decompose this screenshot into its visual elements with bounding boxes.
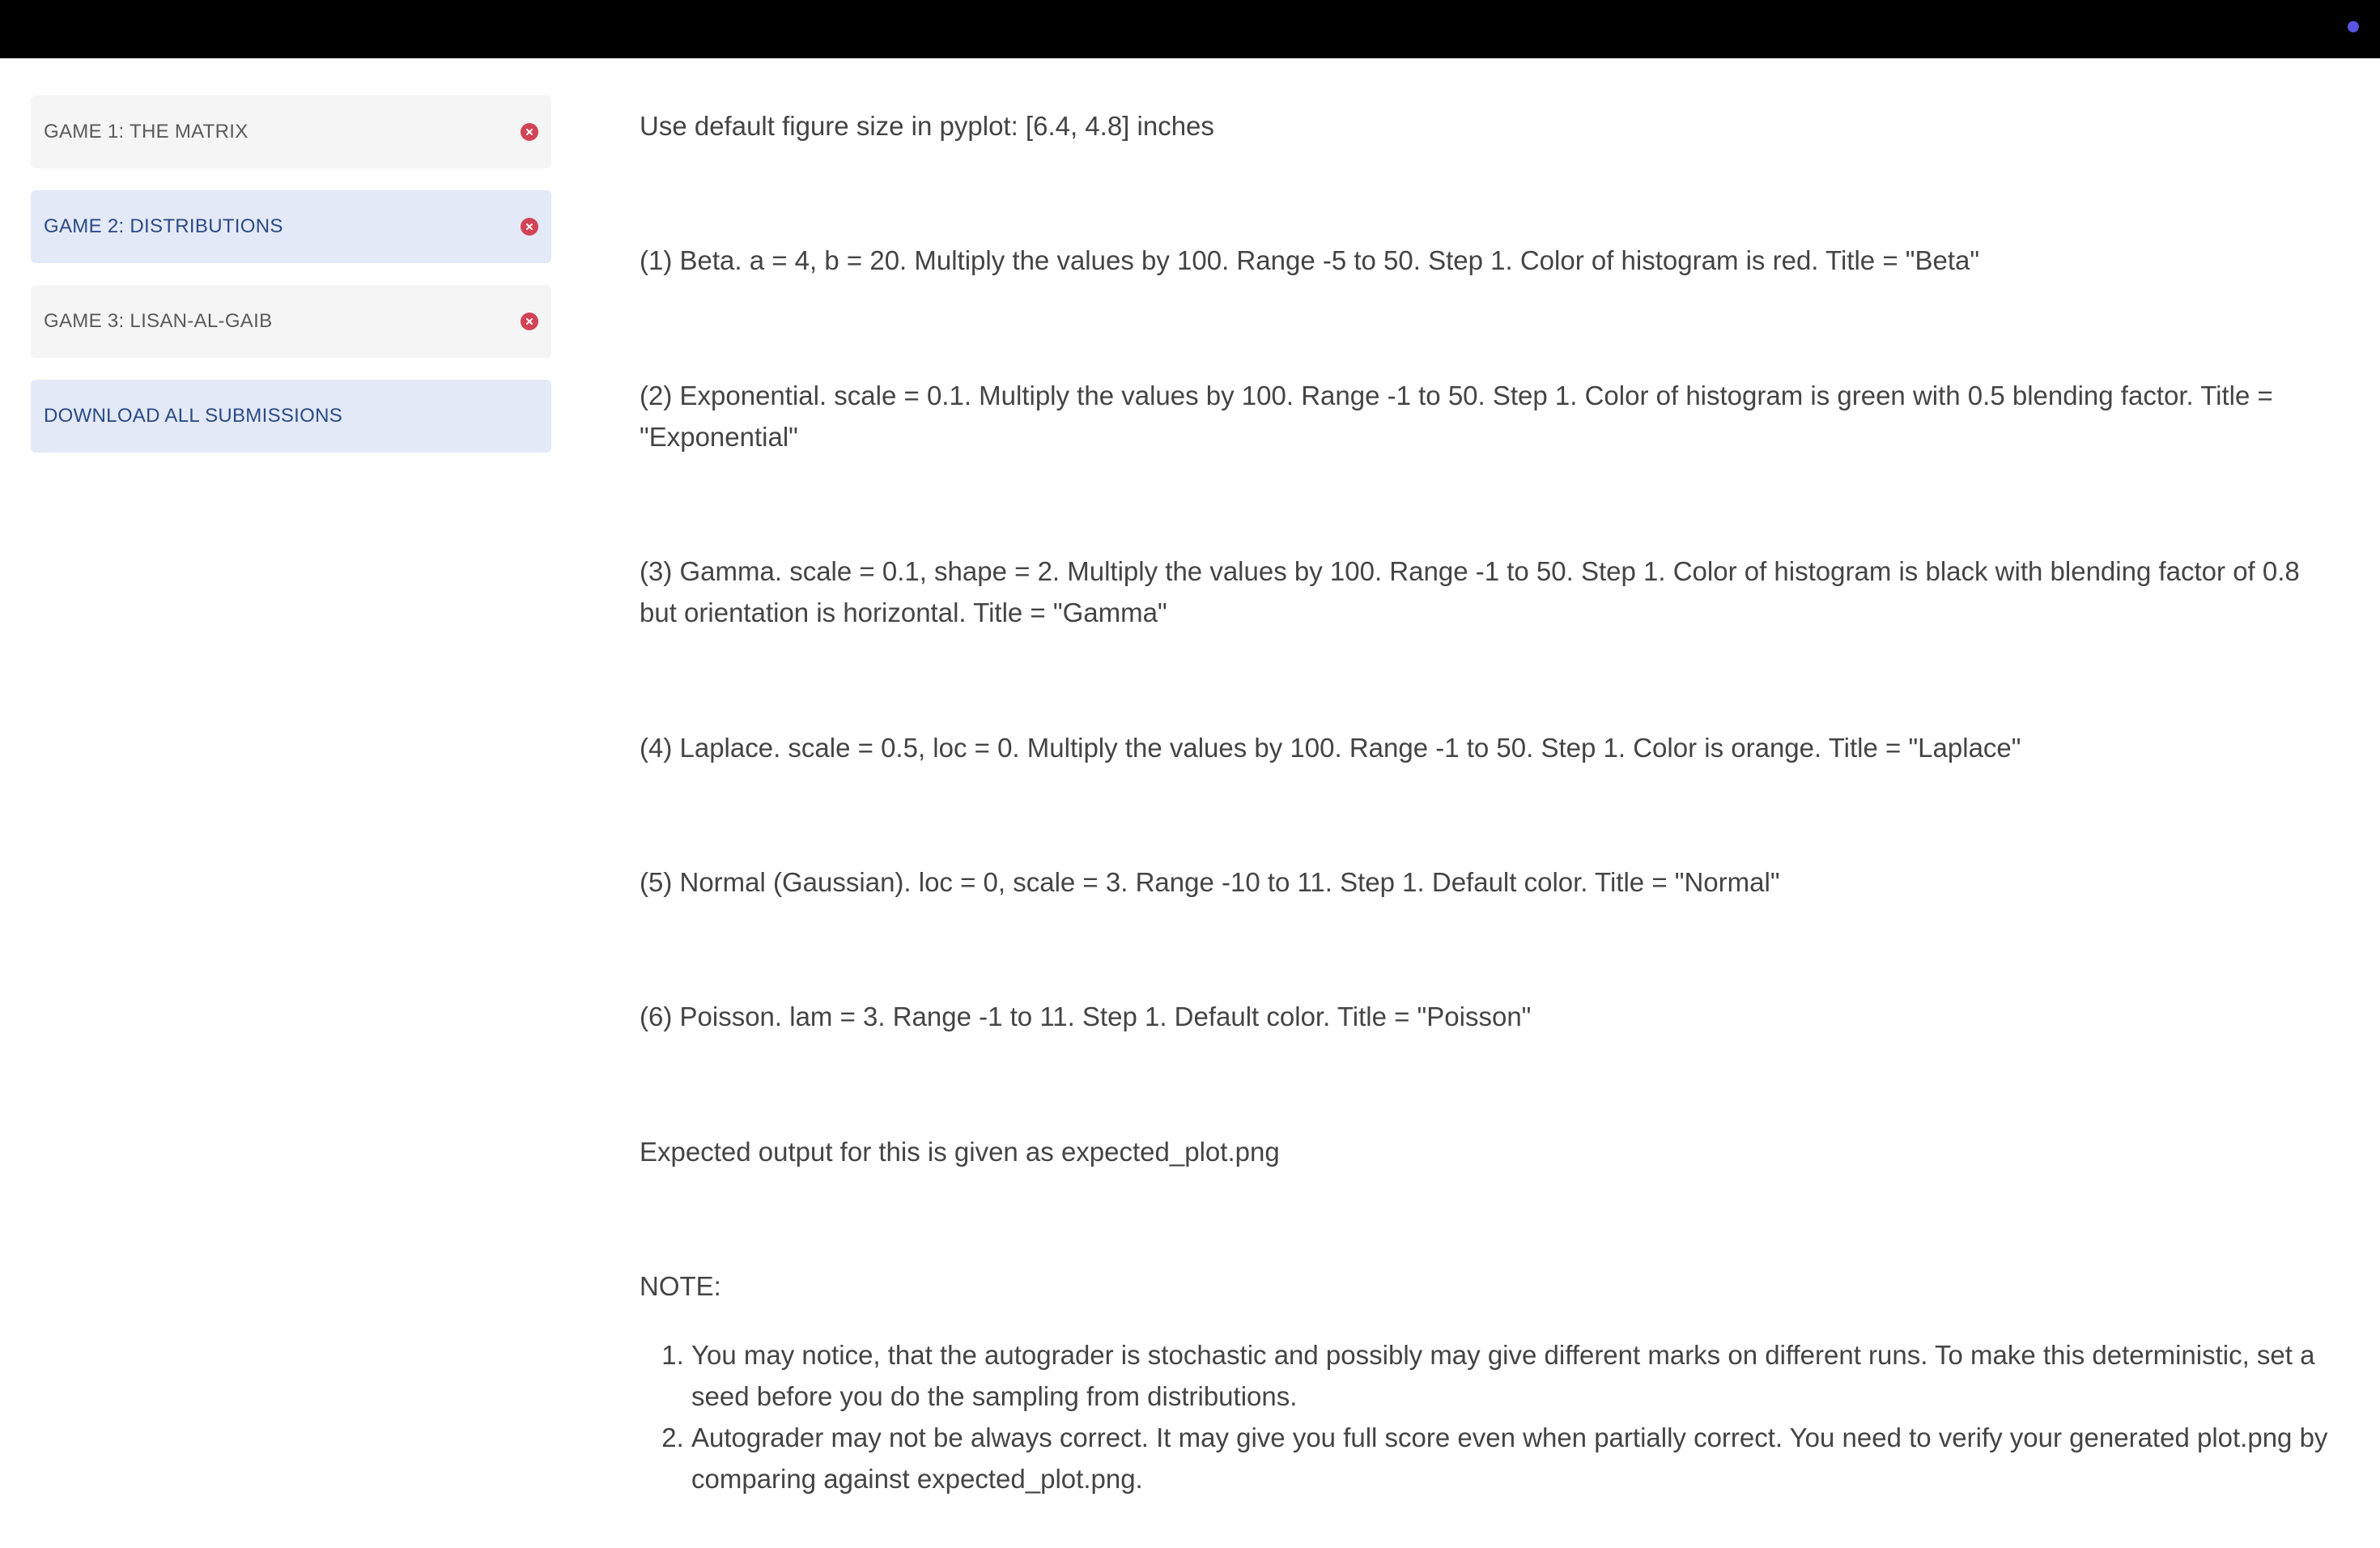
download-all-submissions-button[interactable]: DOWNLOAD ALL SUBMISSIONS (31, 380, 551, 453)
sidebar: GAME 1: THE MATRIX GAME 2: DISTRIBUTIONS… (31, 96, 551, 453)
list-item: You may notice, that the autograder is s… (691, 1334, 2340, 1417)
sidebar-item-game-3[interactable]: GAME 3: LISAN-AL-GAIB (31, 285, 551, 358)
sidebar-item-label: GAME 3: LISAN-AL-GAIB (44, 310, 273, 332)
close-circle-icon[interactable] (521, 123, 538, 141)
item-beta: (1) Beta. a = 4, b = 20. Multiply the va… (640, 245, 1980, 275)
note-heading: NOTE: (640, 1271, 721, 1301)
expected-output-text: Expected output for this is given as exp… (640, 1137, 1280, 1167)
list-item: Autograder may not be always correct. It… (691, 1417, 2340, 1499)
sidebar-item-game-1[interactable]: GAME 1: THE MATRIX (31, 96, 551, 168)
top-bar (0, 0, 2380, 58)
sidebar-item-label: GAME 1: THE MATRIX (44, 121, 249, 142)
status-dot-icon (2348, 21, 2359, 32)
item-exponential: (2) Exponential. scale = 0.1. Multiply t… (640, 381, 2273, 452)
download-button-label: DOWNLOAD ALL SUBMISSIONS (44, 405, 343, 427)
close-circle-icon[interactable] (521, 218, 538, 236)
item-normal: (5) Normal (Gaussian). loc = 0, scale = … (640, 867, 1780, 897)
sidebar-item-game-2[interactable]: GAME 2: DISTRIBUTIONS (31, 190, 551, 263)
notes-list: You may notice, that the autograder is s… (640, 1334, 2340, 1499)
item-laplace: (4) Laplace. scale = 0.5, loc = 0. Multi… (640, 733, 2021, 763)
close-circle-icon[interactable] (521, 313, 538, 330)
item-gamma: (3) Gamma. scale = 0.1, shape = 2. Multi… (640, 556, 2300, 627)
intro-text: Use default figure size in pyplot: [6.4,… (640, 111, 1214, 141)
sidebar-item-label: GAME 2: DISTRIBUTIONS (44, 215, 283, 237)
item-poisson: (6) Poisson. lam = 3. Range -1 to 11. St… (640, 1002, 1532, 1031)
